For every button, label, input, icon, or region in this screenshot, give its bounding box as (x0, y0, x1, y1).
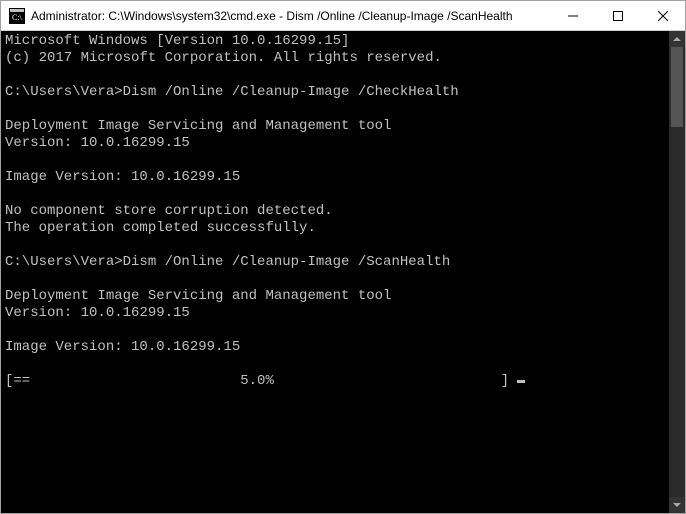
scroll-down-button[interactable] (669, 497, 685, 513)
maximize-button[interactable] (595, 1, 640, 30)
chevron-up-icon (673, 37, 681, 41)
cursor (517, 380, 525, 383)
line: No component store corruption detected. (5, 203, 333, 219)
line: Version: 10.0.16299.15 (5, 135, 190, 151)
window-controls (550, 1, 685, 30)
line: Image Version: 10.0.16299.15 (5, 169, 240, 185)
line: (c) 2017 Microsoft Corporation. All righ… (5, 50, 442, 66)
chevron-down-icon (673, 503, 681, 507)
line: C:\Users\Vera>Dism /Online /Cleanup-Imag… (5, 84, 459, 100)
line: Version: 10.0.16299.15 (5, 305, 190, 321)
line: C:\Users\Vera>Dism /Online /Cleanup-Imag… (5, 254, 450, 270)
window-title: Administrator: C:\Windows\system32\cmd.e… (31, 9, 550, 23)
line: The operation completed successfully. (5, 220, 316, 236)
line: Image Version: 10.0.16299.15 (5, 339, 240, 355)
line: Deployment Image Servicing and Managemen… (5, 118, 391, 134)
titlebar[interactable]: C:\ Administrator: C:\Windows\system32\c… (1, 1, 685, 31)
svg-text:C:\: C:\ (12, 13, 23, 22)
line: Microsoft Windows [Version 10.0.16299.15… (5, 33, 349, 49)
scroll-thumb[interactable] (671, 47, 683, 127)
cmd-icon: C:\ (9, 8, 25, 24)
line: Deployment Image Servicing and Managemen… (5, 288, 391, 304)
close-button[interactable] (640, 1, 685, 30)
terminal-output[interactable]: Microsoft Windows [Version 10.0.16299.15… (1, 31, 669, 513)
vertical-scrollbar[interactable] (669, 31, 685, 513)
terminal-area: Microsoft Windows [Version 10.0.16299.15… (1, 31, 685, 513)
progress-line: [== 5.0% ] (5, 373, 517, 389)
scroll-up-button[interactable] (669, 31, 685, 47)
minimize-button[interactable] (550, 1, 595, 30)
